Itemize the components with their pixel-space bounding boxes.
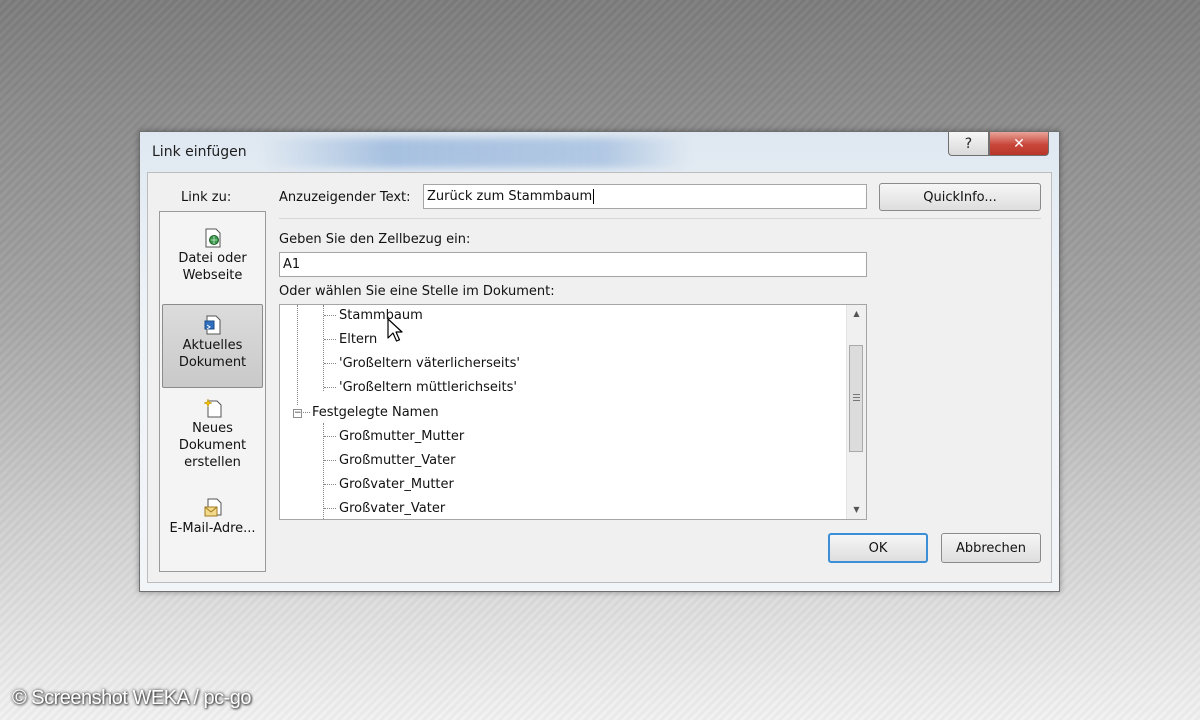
sidebar-item-email[interactable]: E-Mail-Adre...: [162, 494, 263, 546]
quickinfo-button[interactable]: QuickInfo...: [879, 183, 1041, 211]
insert-link-dialog: Link einfügen ? ✕ Link zu: Datei oder We…: [139, 131, 1060, 592]
tree-connector: [324, 508, 336, 509]
close-icon: ✕: [1013, 135, 1025, 152]
sidebar-item-label: Dokument: [178, 355, 247, 370]
tree-item-label: Festgelegte Namen: [312, 405, 439, 420]
cell-ref-label: Geben Sie den Zellbezug ein:: [279, 232, 471, 247]
tree-connector: [297, 305, 298, 405]
cell-ref-input[interactable]: A1: [279, 252, 867, 277]
tree-item-label: Großvater_Vater: [339, 501, 446, 516]
grip-line: [853, 397, 860, 398]
help-button[interactable]: ?: [948, 132, 989, 156]
tree-connector: [324, 387, 336, 388]
text-caret: [593, 189, 595, 204]
display-text-label: Anzuzeigender Text:: [279, 190, 411, 205]
tree-item-label: Stammbaum: [339, 308, 423, 323]
scroll-up-icon[interactable]: ▲: [847, 305, 866, 322]
close-button[interactable]: ✕: [989, 132, 1049, 156]
tree-item[interactable]: 'Großeltern väterlicherseits': [324, 353, 520, 375]
ok-button[interactable]: OK: [828, 533, 928, 563]
tree-item-label: Großmutter_Mutter: [339, 429, 465, 444]
tree-item-label: 'Großeltern väterlicherseits': [339, 356, 520, 371]
tree-item-label: Großmutter_Vater: [339, 453, 456, 468]
mouse-pointer-icon: [387, 318, 403, 342]
tree-connector: [324, 484, 336, 485]
new-document-icon: [203, 398, 222, 418]
collapse-toggle[interactable]: −: [293, 409, 302, 418]
sidebar-item-label: Neues: [192, 421, 233, 436]
tree-connector: [303, 412, 310, 413]
display-text-input[interactable]: Zurück zum Stammbaum: [423, 184, 867, 209]
cancel-button[interactable]: Abbrechen: [941, 533, 1041, 563]
email-icon: [204, 498, 222, 518]
current-document-icon: [204, 315, 222, 335]
separator: [279, 218, 1041, 219]
file-web-icon: [204, 228, 222, 248]
tree-item[interactable]: 'Großeltern müttlerichseits': [324, 377, 517, 399]
dialog-title: Link einfügen: [152, 144, 247, 160]
tree-item-label: Großvater_Mutter: [339, 477, 454, 492]
tree-item[interactable]: Stammbaum: [324, 305, 423, 327]
display-text-value: Zurück zum Stammbaum: [427, 189, 593, 204]
dialog-body: Link zu: Datei oder Webseite Aktuelles D…: [147, 172, 1052, 583]
tree-item[interactable]: Großvater_Mutter: [324, 474, 454, 496]
link-to-label: Link zu:: [181, 190, 232, 205]
grip-line: [853, 394, 860, 395]
link-to-sidebar: Datei oder Webseite Aktuelles Dokument N…: [159, 211, 266, 572]
scroll-thumb[interactable]: [849, 345, 863, 452]
tree-item[interactable]: Eltern: [324, 329, 377, 351]
sidebar-item-current-document[interactable]: Aktuelles Dokument: [162, 304, 263, 388]
sidebar-item-label: Datei oder: [178, 251, 247, 266]
tree-item[interactable]: Großvater_Vater: [324, 498, 446, 519]
tree-connector: [324, 460, 336, 461]
tree-item[interactable]: Großmutter_Mutter: [324, 426, 464, 448]
tree-scrollbar[interactable]: ▲ ▼: [846, 305, 866, 519]
sidebar-item-label: E-Mail-Adre...: [169, 521, 256, 536]
title-bar-blur: [260, 138, 690, 168]
grip-line: [853, 400, 860, 401]
place-in-document-tree[interactable]: Stammbaum Eltern 'Großeltern väterlicher…: [279, 304, 867, 520]
sidebar-item-label: Dokument: [178, 438, 247, 453]
sidebar-item-label: Aktuelles: [182, 338, 243, 353]
scroll-down-icon[interactable]: ▼: [847, 501, 866, 518]
sidebar-item-label: Webseite: [182, 268, 243, 283]
tree-item-label: 'Großeltern müttlerichseits': [339, 380, 517, 395]
sidebar-item-label: erstellen: [184, 455, 241, 470]
sidebar-item-new-document[interactable]: Neues Dokument erstellen: [162, 396, 263, 480]
tree-item[interactable]: Großmutter_Vater: [324, 450, 456, 472]
watermark: © Screenshot WEKA / pc-go: [12, 687, 252, 709]
sidebar-item-file-web[interactable]: Datei oder Webseite: [162, 226, 263, 292]
tree-connector: [324, 315, 336, 316]
tree-group-item[interactable]: Festgelegte Namen: [303, 402, 439, 424]
tree-connector: [324, 339, 336, 340]
tree-item-label: Eltern: [339, 332, 378, 347]
tree-connector: [324, 436, 336, 437]
tree-connector: [324, 363, 336, 364]
place-in-document-label: Oder wählen Sie eine Stelle im Dokument:: [279, 284, 555, 299]
